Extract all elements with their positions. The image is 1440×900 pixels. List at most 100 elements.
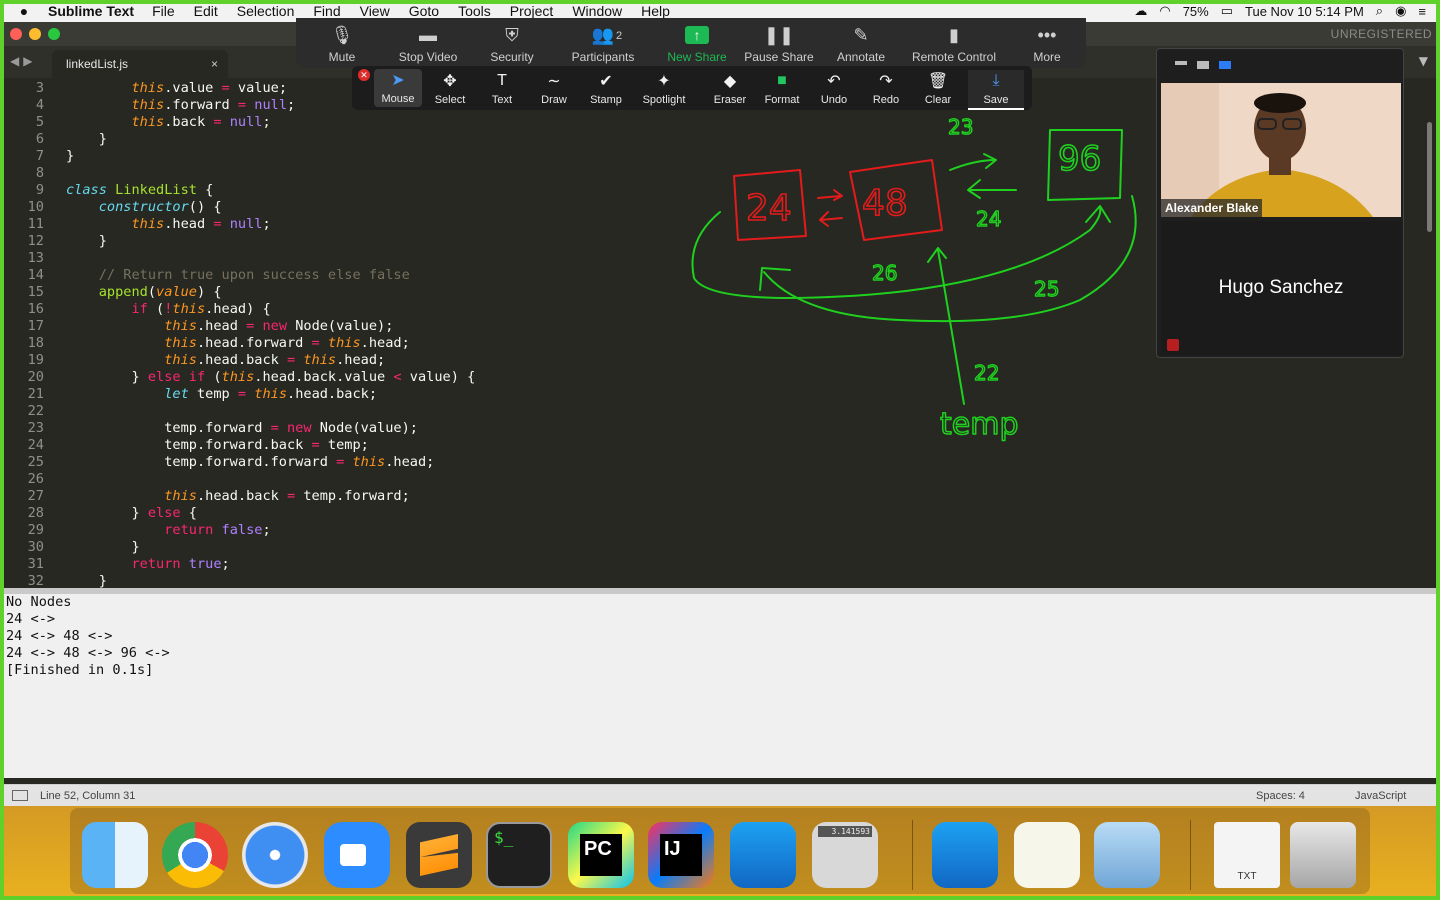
safari-app-icon[interactable] <box>242 822 308 888</box>
close-annotation-icon[interactable]: ✕ <box>358 69 370 81</box>
stop-video-button[interactable]: ▬ Stop Video <box>388 22 468 65</box>
code-line[interactable]: 28 } else { <box>4 505 1436 522</box>
participant-video-tile[interactable]: Alexander Blake <box>1161 83 1401 217</box>
participant-tile[interactable]: Hugo Sanchez <box>1161 221 1401 355</box>
code-line[interactable]: 26 <box>4 471 1436 488</box>
annotate-button[interactable]: ✎ Annotate <box>828 22 894 65</box>
tab-title: linkedList.js <box>66 57 129 71</box>
more-button[interactable]: ••• More <box>1022 22 1072 65</box>
tab-nav-arrows-icon[interactable]: ◀▶ <box>10 54 36 68</box>
menu-selection[interactable]: Selection <box>237 3 295 19</box>
finder-app-icon[interactable] <box>82 822 148 888</box>
remote-control-button[interactable]: ▮ Remote Control <box>904 22 1004 65</box>
sublime-text-app-icon[interactable] <box>406 822 472 888</box>
menu-file[interactable]: File <box>152 3 175 19</box>
security-button[interactable]: ⛨ Security <box>482 22 542 65</box>
minimize-gallery-icon[interactable] <box>1175 61 1187 65</box>
dock-separator <box>912 820 913 890</box>
menu-project[interactable]: Project <box>510 3 554 19</box>
code-line[interactable]: 27 this.head.back = temp.forward; <box>4 488 1436 505</box>
indentation-setting[interactable]: Spaces: 4 <box>1256 790 1305 802</box>
code-line[interactable]: 31 return true; <box>4 556 1436 573</box>
more-icon: ••• <box>1037 24 1057 45</box>
new-share-button[interactable]: ↑ New Share <box>656 22 738 64</box>
line-source: let temp = this.head.back; <box>164 386 378 402</box>
app-name-menu[interactable]: Sublime Text <box>48 3 134 19</box>
siri-icon[interactable]: ◉ <box>1395 3 1406 19</box>
code-line[interactable]: 32 } <box>4 573 1436 588</box>
annotate-draw-button[interactable]: ∼ Draw <box>530 70 578 106</box>
menu-edit[interactable]: Edit <box>194 3 218 19</box>
editor-scrollbar[interactable] <box>1427 122 1432 232</box>
mute-button[interactable]: 🎙 Mute <box>316 22 368 65</box>
menu-tools[interactable]: Tools <box>458 3 491 19</box>
code-line[interactable]: 30 } <box>4 539 1436 556</box>
line-number: 5 <box>35 114 44 130</box>
spotlight-search-icon[interactable]: ⌕ <box>1376 3 1383 19</box>
intellij-app-icon[interactable]: IJ <box>648 822 714 888</box>
line-number: 22 <box>27 403 44 419</box>
menu-view[interactable]: View <box>360 3 390 19</box>
terminal-app-icon[interactable]: $_ <box>486 822 552 888</box>
battery-icon[interactable]: ▭ <box>1221 3 1233 19</box>
txt-file-app-icon[interactable]: TXT <box>1214 822 1280 888</box>
line-number: 11 <box>27 216 44 232</box>
minimize-window-button[interactable] <box>29 28 41 40</box>
tab-dropdown-icon[interactable]: ▼ <box>1419 54 1428 68</box>
pycharm-app-icon[interactable]: PC <box>568 822 634 888</box>
wifi-icon[interactable]: ◠ <box>1159 3 1170 19</box>
code-line[interactable]: 22 <box>4 403 1436 420</box>
tab-close-icon[interactable]: × <box>211 57 218 71</box>
annotate-redo-button[interactable]: ↷ Redo <box>862 70 910 106</box>
annotate-stamp-button[interactable]: ✔ Stamp <box>582 70 630 106</box>
annotate-spotlight-button[interactable]: ✦ Spotlight <box>640 70 688 106</box>
code-line[interactable]: 21 let temp = this.head.back; <box>4 386 1436 403</box>
mouse-icon: ▮ <box>949 24 959 45</box>
annotate-text-button[interactable]: T Text <box>478 70 526 106</box>
speaker-view-icon[interactable] <box>1197 61 1209 69</box>
chrome-app-icon[interactable] <box>162 822 228 888</box>
annotate-undo-button[interactable]: ↶ Undo <box>810 70 858 106</box>
code-line[interactable]: 29 return false; <box>4 522 1436 539</box>
gallery-view-icon[interactable] <box>1219 61 1231 69</box>
code-line[interactable]: 20 } else if (this.head.back.value < val… <box>4 369 1436 386</box>
xcode-2-app-icon[interactable] <box>932 822 998 888</box>
participants-button[interactable]: 👥 Participants 2 <box>558 22 648 65</box>
annotate-eraser-button[interactable]: ◆ Eraser <box>706 70 754 106</box>
panel-toggle-icon[interactable] <box>12 790 28 801</box>
code-line[interactable]: 25 temp.forward.forward = this.head; <box>4 454 1436 471</box>
code-line[interactable]: 23 temp.forward = new Node(value); <box>4 420 1436 437</box>
trash-app-icon[interactable] <box>1290 822 1356 888</box>
clock[interactable]: Tue Nov 10 5:14 PM <box>1245 4 1364 19</box>
line-source: } <box>66 539 140 555</box>
annotate-clear-button[interactable]: 🗑 Clear <box>914 70 962 106</box>
output-line: No Nodes <box>6 594 72 610</box>
apple-icon[interactable]: ● <box>0 3 48 19</box>
cloud-icon[interactable]: ☁ <box>1134 3 1147 19</box>
preview-app-icon[interactable] <box>1094 822 1160 888</box>
annotate-save-button[interactable]: ⤓ Save <box>968 70 1024 110</box>
code-line[interactable]: 24 temp.forward.back = temp; <box>4 437 1436 454</box>
calculator-app-icon[interactable]: 3.141593 <box>812 822 878 888</box>
line-number: 24 <box>27 437 44 453</box>
sublime-logo <box>420 834 458 876</box>
zoom-app-icon[interactable] <box>324 822 390 888</box>
zoom-window-button[interactable] <box>48 28 60 40</box>
menu-window[interactable]: Window <box>572 3 622 19</box>
tab-linkedlist[interactable]: linkedList.js × <box>52 50 228 78</box>
annotate-mouse-button[interactable]: ➤ Mouse <box>374 69 422 107</box>
annotate-select-button[interactable]: ✥ Select <box>426 70 474 106</box>
menu-goto[interactable]: Goto <box>409 3 439 19</box>
menu-find[interactable]: Find <box>313 3 340 19</box>
syntax-selector[interactable]: JavaScript <box>1355 790 1406 802</box>
build-output-panel[interactable]: No Nodes 24 <-> 24 <-> 48 <-> 24 <-> 48 <->… <box>4 594 1436 778</box>
menu-help[interactable]: Help <box>641 3 670 19</box>
participant-name: Hugo Sanchez <box>1218 277 1344 298</box>
close-window-button[interactable] <box>10 28 22 40</box>
annotate-format-button[interactable]: ■ Format <box>758 70 806 106</box>
textedit-app-icon[interactable] <box>1014 822 1080 888</box>
xcode-app-icon[interactable] <box>730 822 796 888</box>
cursor-position[interactable]: Line 52, Column 31 <box>40 790 135 802</box>
pause-share-button[interactable]: ❚❚ Pause Share <box>740 22 818 65</box>
control-center-icon[interactable]: ≡ <box>1418 4 1426 19</box>
